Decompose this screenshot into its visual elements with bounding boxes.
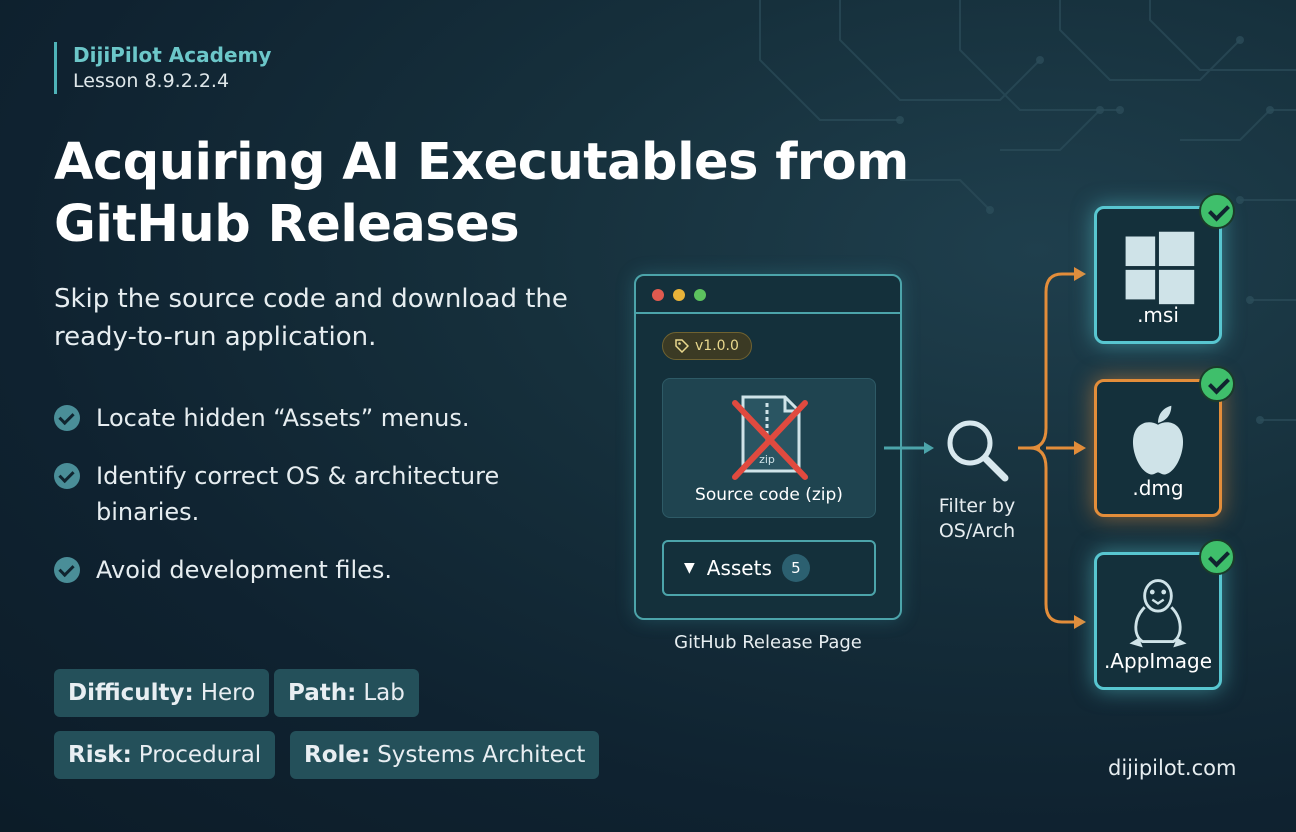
to-filter-arrowhead — [924, 442, 934, 454]
filter-label-line1: Filter by — [938, 495, 1016, 517]
dmg-label: .dmg — [1132, 476, 1184, 500]
branch-arrowhead-msi — [1074, 267, 1086, 281]
checkmark-icon — [1199, 366, 1235, 402]
msi-label: .msi — [1137, 303, 1179, 327]
windows-icon — [1125, 231, 1195, 305]
filter-label-line2: OS/Arch — [938, 520, 1016, 542]
msi-output-card[interactable]: .msi — [1094, 193, 1235, 344]
appimage-label: .AppImage — [1103, 649, 1213, 673]
branch-lines — [1018, 272, 1076, 624]
filter-label: Filter by OS/Arch — [920, 494, 1034, 544]
linux-penguin-icon — [1129, 579, 1187, 648]
dmg-output-card[interactable]: .dmg — [1094, 366, 1235, 517]
checkmark-icon — [1199, 193, 1235, 229]
checkmark-icon — [1199, 539, 1235, 575]
apple-icon — [1132, 405, 1184, 475]
magnifier-icon — [947, 420, 1009, 482]
site-url[interactable]: dijipilot.com — [1108, 756, 1236, 780]
branch-arrowhead-dmg — [1074, 441, 1086, 455]
appimage-output-card[interactable]: .AppImage — [1094, 539, 1235, 690]
branch-arrowhead-appimage — [1074, 615, 1086, 629]
